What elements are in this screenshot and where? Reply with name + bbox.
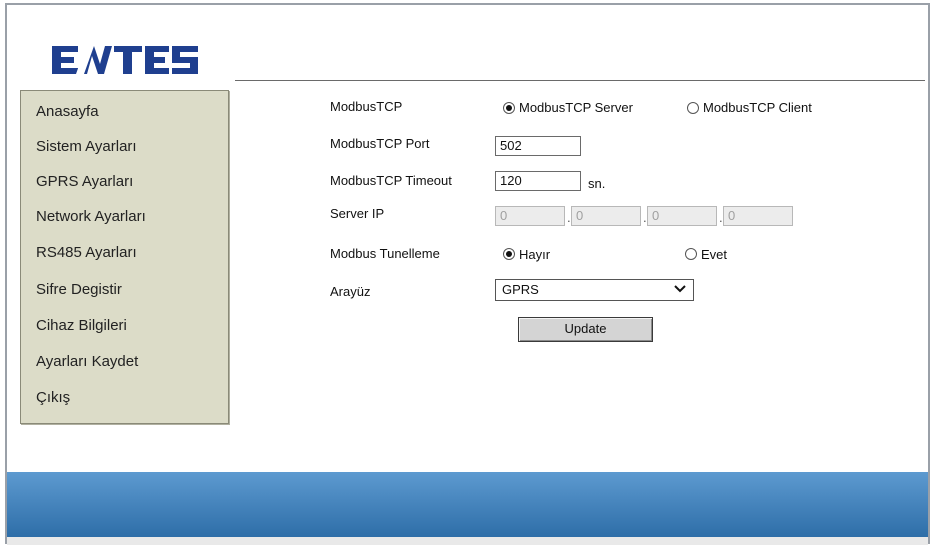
sidebar-item-rs485-ayarlari[interactable]: RS485 Ayarları — [36, 244, 137, 261]
interface-label: Arayüz — [330, 284, 371, 299]
interface-select[interactable]: GPRS — [495, 279, 694, 301]
modbustcp-label: ModbusTCP — [330, 99, 403, 114]
server-ip-octet-3[interactable]: 0 — [647, 206, 717, 226]
port-label: ModbusTCP Port — [330, 136, 430, 151]
server-ip-octet-4[interactable]: 0 — [723, 206, 793, 226]
server-ip-octet-2[interactable]: 0 — [571, 206, 641, 226]
modbustcp-client-radio[interactable] — [687, 102, 699, 114]
sidebar-item-sistem-ayarlari[interactable]: Sistem Ayarları — [36, 138, 137, 155]
sidebar-item-network-ayarlari[interactable]: Network Ayarları — [36, 208, 146, 225]
sidebar-item-anasayfa[interactable]: Anasayfa — [36, 103, 99, 120]
bottom-strip — [7, 537, 928, 545]
timeout-unit: sn. — [588, 176, 606, 191]
sidebar-item-ayarlari-kaydet[interactable]: Ayarları Kaydet — [36, 353, 138, 370]
modbustcp-server-label[interactable]: ModbusTCP Server — [519, 100, 633, 115]
sidebar-item-cikis[interactable]: Çıkış — [36, 389, 70, 406]
timeout-label: ModbusTCP Timeout — [330, 173, 452, 188]
tunnel-evet-radio[interactable] — [685, 248, 697, 260]
server-ip-octet-1[interactable]: 0 — [495, 206, 565, 226]
modbustcp-client-label[interactable]: ModbusTCP Client — [703, 100, 812, 115]
chevron-down-icon — [674, 285, 686, 293]
header-divider — [235, 80, 925, 81]
sidebar-item-sifre-degistir[interactable]: Sifre Degistir — [36, 281, 122, 298]
update-button[interactable]: Update — [518, 317, 653, 342]
modbustcp-server-radio[interactable] — [503, 102, 515, 114]
footer-bar — [7, 472, 928, 537]
port-input[interactable]: 502 — [495, 136, 581, 156]
tunnel-evet-label[interactable]: Evet — [701, 247, 727, 262]
sidebar-item-cihaz-bilgileri[interactable]: Cihaz Bilgileri — [36, 317, 127, 334]
tunnel-hayir-label[interactable]: Hayır — [519, 247, 550, 262]
sidebar-item-gprs-ayarlari[interactable]: GPRS Ayarları — [36, 173, 133, 190]
entes-logo — [50, 42, 200, 78]
timeout-input[interactable]: 120 — [495, 171, 581, 191]
sidebar-menu: Anasayfa Sistem Ayarları GPRS Ayarları N… — [20, 90, 229, 424]
interface-selected-value: GPRS — [502, 282, 539, 297]
server-ip-label: Server IP — [330, 206, 385, 221]
tunnel-hayir-radio[interactable] — [503, 248, 515, 260]
tunnel-label: Modbus Tunelleme — [330, 246, 440, 261]
